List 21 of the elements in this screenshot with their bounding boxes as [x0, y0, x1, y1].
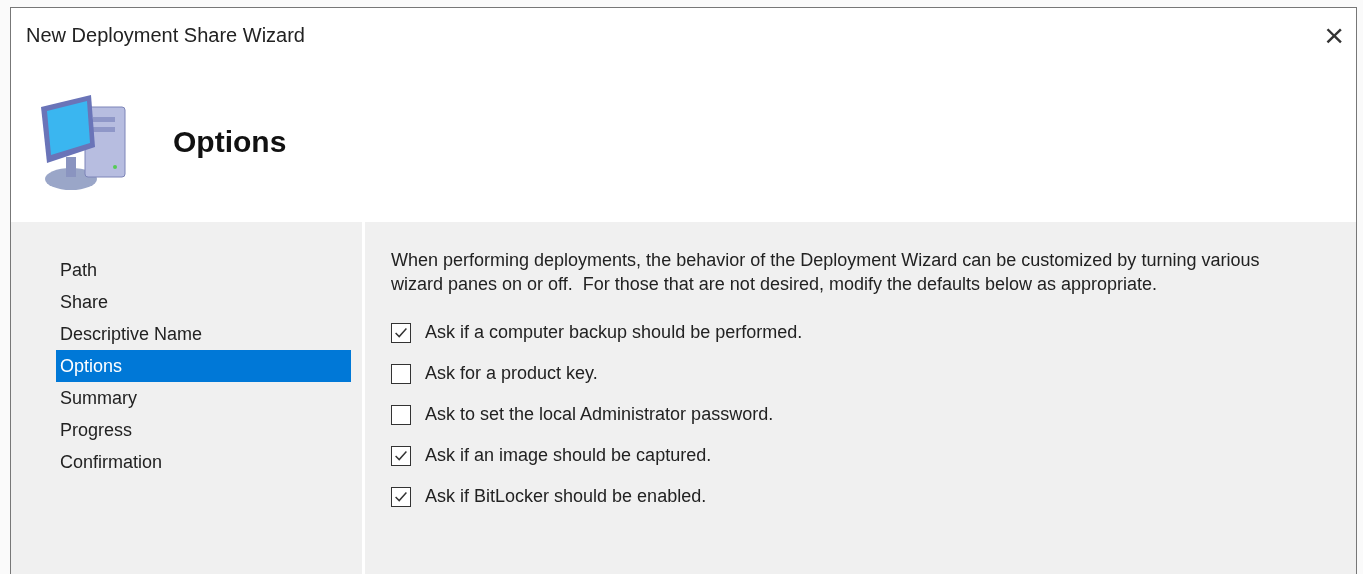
checkbox[interactable] [391, 363, 411, 384]
close-button[interactable]: × [1312, 18, 1356, 52]
checkbox[interactable] [391, 322, 411, 343]
window-title: New Deployment Share Wizard [26, 23, 305, 47]
step-item[interactable]: Descriptive Name [56, 318, 351, 350]
option-label: Ask if BitLocker should be enabled. [425, 486, 707, 507]
step-item[interactable]: Confirmation [56, 446, 351, 478]
step-item[interactable]: Share [56, 286, 351, 318]
option-label: Ask to set the local Administrator password. [425, 404, 774, 425]
option-label: Ask for a product key. [425, 363, 598, 384]
checkbox[interactable] [391, 486, 411, 507]
option-label: Ask if a computer backup should be performed. [425, 322, 803, 343]
step-item[interactable]: Summary [56, 382, 351, 414]
option-label: Ask if an image should be captured. [425, 445, 712, 466]
step-item[interactable]: Progress [56, 414, 351, 446]
page-heading: Options [173, 125, 287, 159]
step-item[interactable]: Path [56, 254, 351, 286]
checkbox[interactable] [391, 404, 411, 425]
checkbox[interactable] [391, 445, 411, 466]
step-item[interactable]: Options [56, 350, 351, 382]
description-text: When performing deployments, the behavior of the Deployment Wizard can be customized by turning various wizard panes on or off. For those that are not desired, modify the defaults below as appropriate. [391, 249, 1261, 296]
